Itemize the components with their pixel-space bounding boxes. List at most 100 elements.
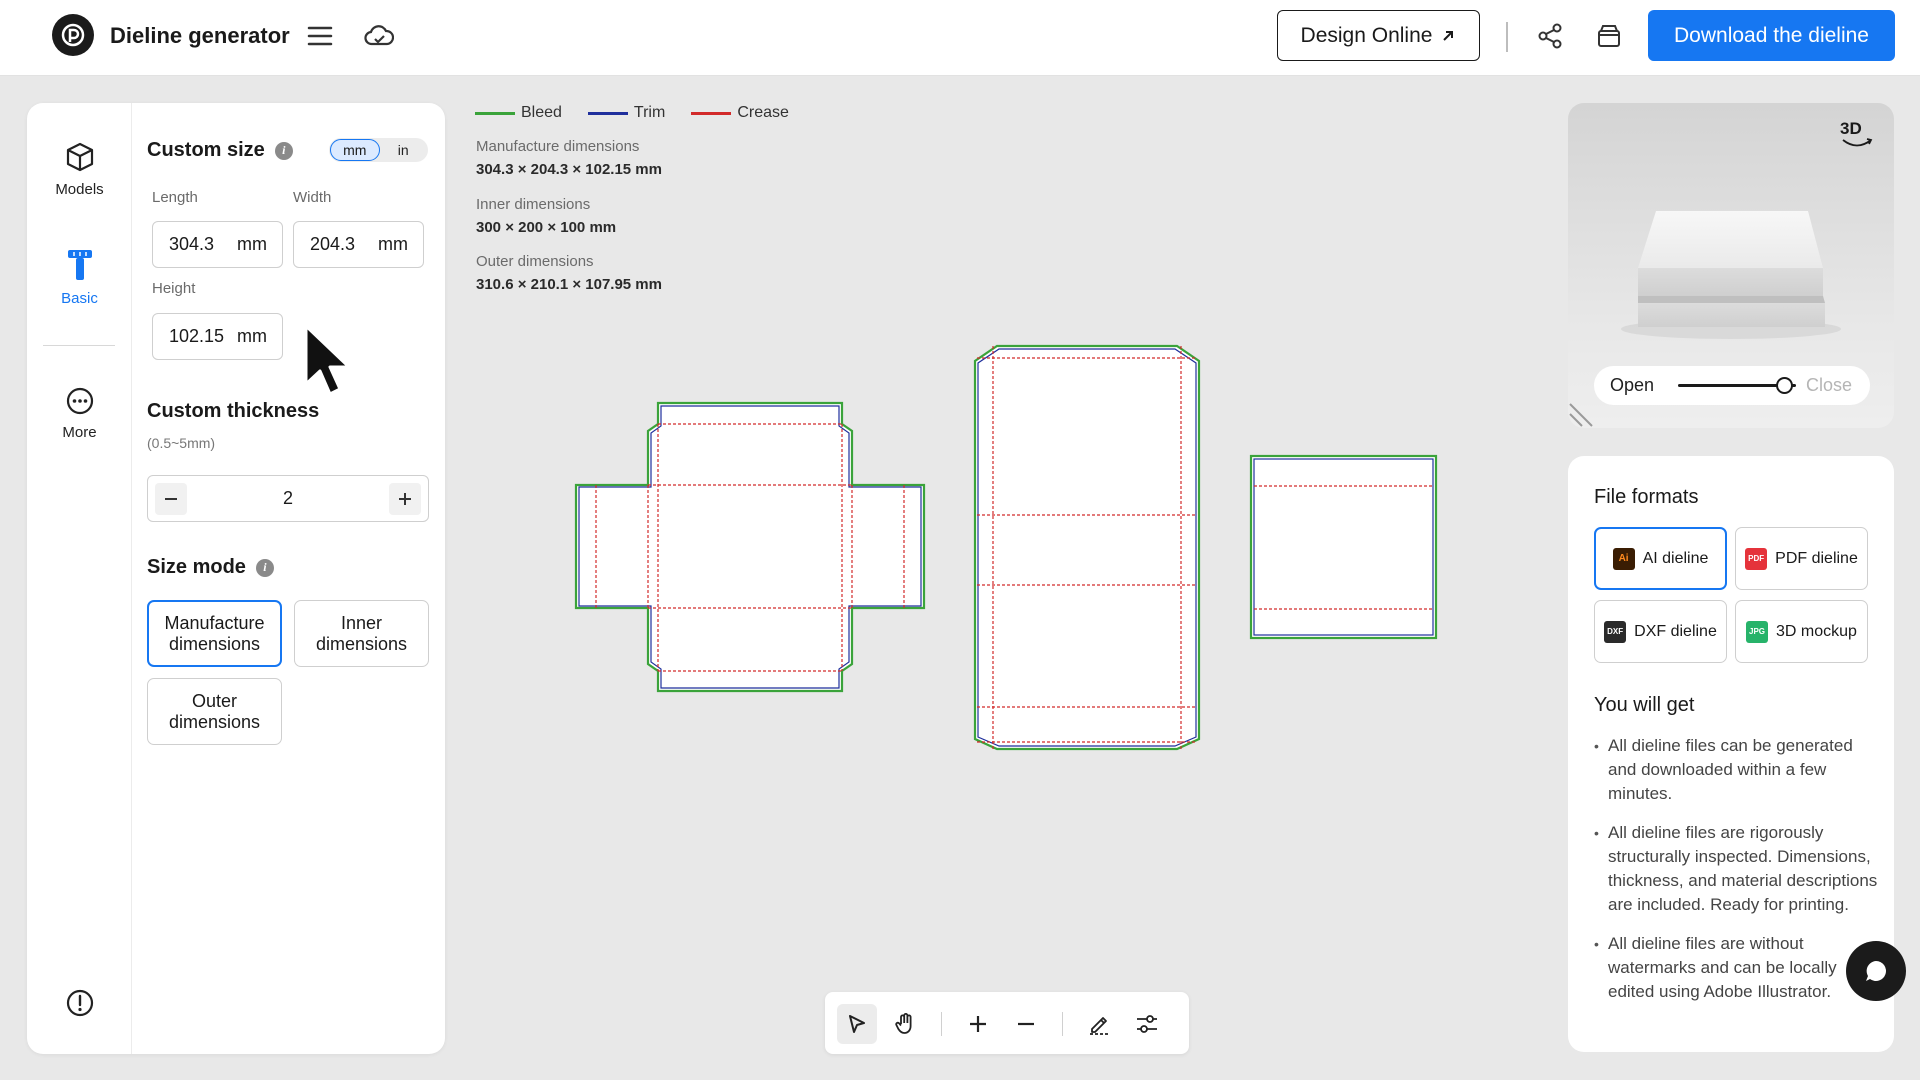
app-logo[interactable] — [52, 14, 94, 56]
info-icon[interactable]: i — [274, 141, 293, 160]
legend-label: Trim — [633, 104, 666, 121]
base-trim — [578, 405, 922, 689]
download-dieline-button[interactable]: Download the dieline — [1648, 10, 1895, 61]
legend-label: Bleed — [521, 104, 562, 121]
chat-bubble-icon — [1866, 961, 1886, 981]
thickness-stepper: 2 — [147, 475, 429, 522]
feedback-button[interactable] — [27, 988, 132, 1018]
open-label: Open — [1610, 375, 1655, 395]
base-crease — [595, 423, 905, 672]
design-online-button[interactable]: Design Online — [1277, 10, 1480, 61]
cloud-icon[interactable] — [363, 20, 395, 52]
unit-option-in[interactable]: in — [380, 139, 428, 161]
format-label: PDF dieline — [1775, 549, 1858, 567]
zoom-out-icon[interactable] — [1006, 1004, 1046, 1044]
lid-trim-outline — [977, 348, 1197, 747]
dxf-file-icon: DXF — [1604, 620, 1627, 643]
width-unit: mm — [378, 234, 408, 254]
menu-icon[interactable] — [304, 20, 336, 52]
share-icon[interactable] — [1534, 20, 1566, 52]
alert-circle-icon — [66, 989, 93, 1017]
toolbar-divider — [941, 1012, 942, 1036]
design-online-label: Design Online — [1300, 23, 1433, 47]
height-input[interactable]: 102.15 mm — [152, 313, 283, 360]
hand-tool-icon[interactable] — [885, 1004, 925, 1044]
mode-inner-button[interactable]: Inner dimensions — [294, 600, 429, 667]
jpg-file-icon: JPG — [1746, 620, 1769, 643]
legend-item-crease: Crease — [691, 104, 789, 122]
rail-item-models[interactable]: Models — [27, 141, 132, 198]
format-label: 3D mockup — [1776, 622, 1857, 640]
manufacture-dimensions-readout: Manufacture dimensions 304.3 × 204.3 × 1… — [476, 138, 662, 178]
legend-item-trim: Trim — [587, 104, 666, 122]
toolbar-divider — [1062, 1012, 1063, 1036]
pdf-file-icon: PDF — [1745, 547, 1768, 570]
file-formats-title: File formats — [1594, 486, 1699, 508]
top-bar: Dieline generator Design Online Download… — [0, 0, 1920, 76]
rail-divider — [43, 345, 115, 346]
length-unit: mm — [237, 234, 267, 254]
format-label: AI dieline — [1642, 549, 1709, 567]
info-icon[interactable]: i — [255, 558, 274, 577]
format-dxf-button[interactable]: DXF DXF dieline — [1594, 600, 1727, 663]
list-item: All dieline files are rigorously structu… — [1594, 821, 1884, 917]
chat-support-button[interactable] — [1846, 941, 1906, 1001]
resize-corner-icon[interactable] — [1568, 394, 1602, 428]
side-rail: Models Basic More — [27, 103, 132, 1054]
thickness-range-hint: (0.5~5mm) — [147, 435, 216, 451]
dieline-base — [574, 401, 926, 693]
settings-panel: Models Basic More Custom size i mm in Le… — [27, 103, 445, 1054]
ruler-icon — [67, 250, 92, 280]
header-divider — [1506, 22, 1508, 52]
dim-value: 310.6 × 210.1 × 107.95 mm — [476, 276, 662, 293]
custom-thickness-title: Custom thickness — [147, 400, 320, 422]
slider-handle[interactable] — [1775, 377, 1793, 394]
format-pdf-button[interactable]: PDF PDF dieline — [1735, 527, 1868, 590]
format-3d-mockup-button[interactable]: JPG 3D mockup — [1735, 600, 1868, 663]
more-icon — [66, 387, 93, 415]
custom-size-title: Custom size i — [147, 139, 293, 162]
rail-item-more[interactable]: More — [27, 386, 132, 441]
close-label: Close — [1805, 375, 1852, 395]
zoom-in-icon[interactable] — [958, 1004, 998, 1044]
width-input[interactable]: 204.3 mm — [293, 221, 424, 268]
mouse-pointer-icon — [304, 324, 351, 396]
length-input[interactable]: 304.3 mm — [152, 221, 283, 268]
legend-item-bleed: Bleed — [475, 104, 562, 122]
box-archive-icon[interactable] — [1593, 20, 1625, 52]
mode-outer-button[interactable]: Outer dimensions — [147, 678, 282, 745]
adjust-sliders-icon[interactable] — [1127, 1004, 1167, 1044]
trim-swatch — [587, 111, 628, 115]
lid-bleed-outline — [973, 344, 1201, 751]
rail-item-basic[interactable]: Basic — [27, 248, 132, 307]
open-close-slider[interactable]: Open Close — [1594, 366, 1870, 405]
height-unit: mm — [237, 326, 267, 346]
logo-mark-icon — [61, 23, 85, 47]
edit-pen-icon[interactable] — [1079, 1004, 1119, 1044]
plus-icon — [399, 493, 411, 505]
thickness-value[interactable]: 2 — [148, 488, 428, 509]
you-will-get-title: You will get — [1594, 694, 1695, 716]
outer-dimensions-readout: Outer dimensions 310.6 × 210.1 × 107.95 … — [476, 253, 662, 293]
mode-manufacture-button[interactable]: Manufacture dimensions — [147, 600, 282, 667]
lid-crease — [977, 346, 1197, 749]
dim-label: Manufacture dimensions — [476, 138, 640, 155]
dim-value: 300 × 200 × 100 mm — [476, 219, 617, 236]
list-item: All dieline files are without watermarks… — [1594, 932, 1884, 1004]
size-mode-label: Size mode — [147, 556, 246, 578]
inner-dimensions-readout: Inner dimensions 300 × 200 × 100 mm — [476, 196, 616, 236]
rail-item-label: Models — [55, 181, 104, 198]
crease-swatch — [691, 111, 732, 115]
insert-crease — [1254, 485, 1433, 610]
canvas-toolbar — [825, 992, 1189, 1054]
select-tool-icon[interactable] — [837, 1004, 877, 1044]
format-ai-button[interactable]: Ai AI dieline — [1594, 527, 1727, 590]
insert-trim-outline — [1253, 458, 1434, 636]
insert-bleed-outline — [1249, 454, 1438, 640]
increment-button[interactable] — [389, 483, 421, 515]
adobe-illustrator-icon: Ai — [1612, 547, 1635, 570]
unit-option-mm[interactable]: mm — [330, 139, 380, 161]
box-3d-render — [1621, 211, 1841, 339]
base-bleed-outline — [574, 401, 926, 693]
3d-preview-panel[interactable]: 3D Open Close — [1568, 103, 1894, 428]
